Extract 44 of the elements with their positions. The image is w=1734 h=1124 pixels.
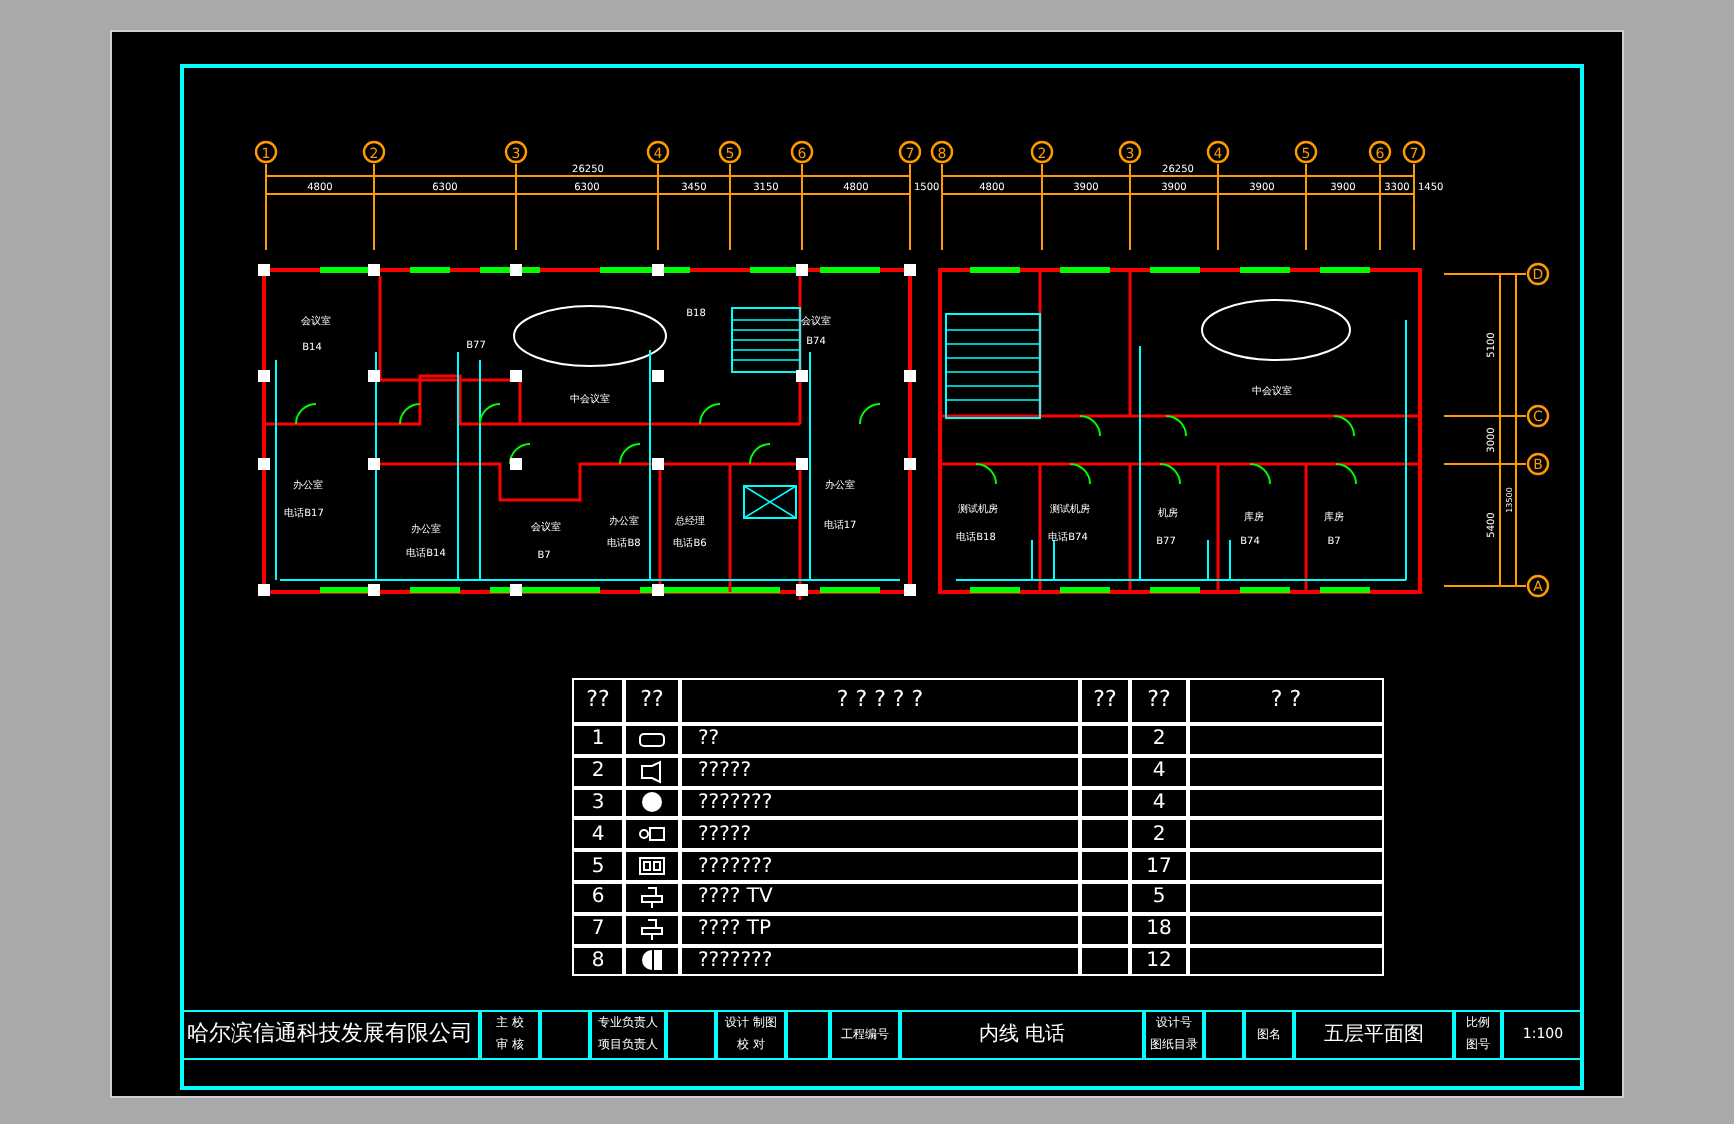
table-cell: 2 [572, 755, 624, 788]
table-cell: 5 [572, 850, 624, 882]
table-cell: 6 [572, 881, 624, 914]
table-cell: ??????? [680, 945, 1080, 977]
table-cell: 4 [1130, 755, 1188, 788]
table-cell: 1 [572, 724, 624, 756]
table-cell: ???? TV [680, 881, 1080, 914]
legend-symbol-icon [638, 854, 666, 879]
empty-table-cell [1080, 850, 1130, 882]
table-cell: ??????? [680, 787, 1080, 819]
empty-table-cell [1080, 724, 1130, 756]
table-header: ?? [624, 678, 680, 724]
table-cell: ????? [680, 818, 1080, 851]
table-cell: 2 [1130, 724, 1188, 756]
empty-table-cell [1080, 945, 1130, 977]
drawing-title: 内线 电话 [978, 1021, 1066, 1050]
table-cell: 7 [572, 913, 624, 946]
legend-symbol-icon [638, 822, 666, 847]
table-cell: 12 [1130, 945, 1188, 977]
table-cell: 4 [572, 818, 624, 851]
table-header: ?? [1080, 678, 1130, 724]
empty-table-cell [1080, 881, 1130, 914]
table-cell: 18 [1130, 913, 1188, 946]
table-header: ? ? [1188, 678, 1384, 724]
table-cell: ?? [680, 724, 1080, 756]
table-cell: 8 [572, 945, 624, 977]
table-header: ?? [572, 678, 624, 724]
empty-table-cell [1080, 787, 1130, 819]
table-cell: 4 [1130, 787, 1188, 819]
table-header: ?? [1130, 678, 1188, 724]
table-cell: ???? TP [680, 913, 1080, 946]
empty-table-cell [1080, 755, 1130, 788]
empty-table-cell [1080, 818, 1130, 851]
table-cell: ????? [680, 755, 1080, 788]
table-cell: 2 [1130, 818, 1188, 851]
legend-symbol-icon [638, 727, 666, 752]
company-name: 哈尔滨信通科技发展有限公司 [187, 1018, 473, 1051]
table-cell: ??????? [680, 850, 1080, 882]
sheet-title: 五层平面图 [1324, 1022, 1424, 1050]
table-cell: 5 [1130, 881, 1188, 914]
empty-table-cell [1080, 913, 1130, 946]
table-cell: 17 [1130, 850, 1188, 882]
table-header: ? ? ? ? ? [680, 678, 1080, 724]
table-cell: 3 [572, 787, 624, 819]
